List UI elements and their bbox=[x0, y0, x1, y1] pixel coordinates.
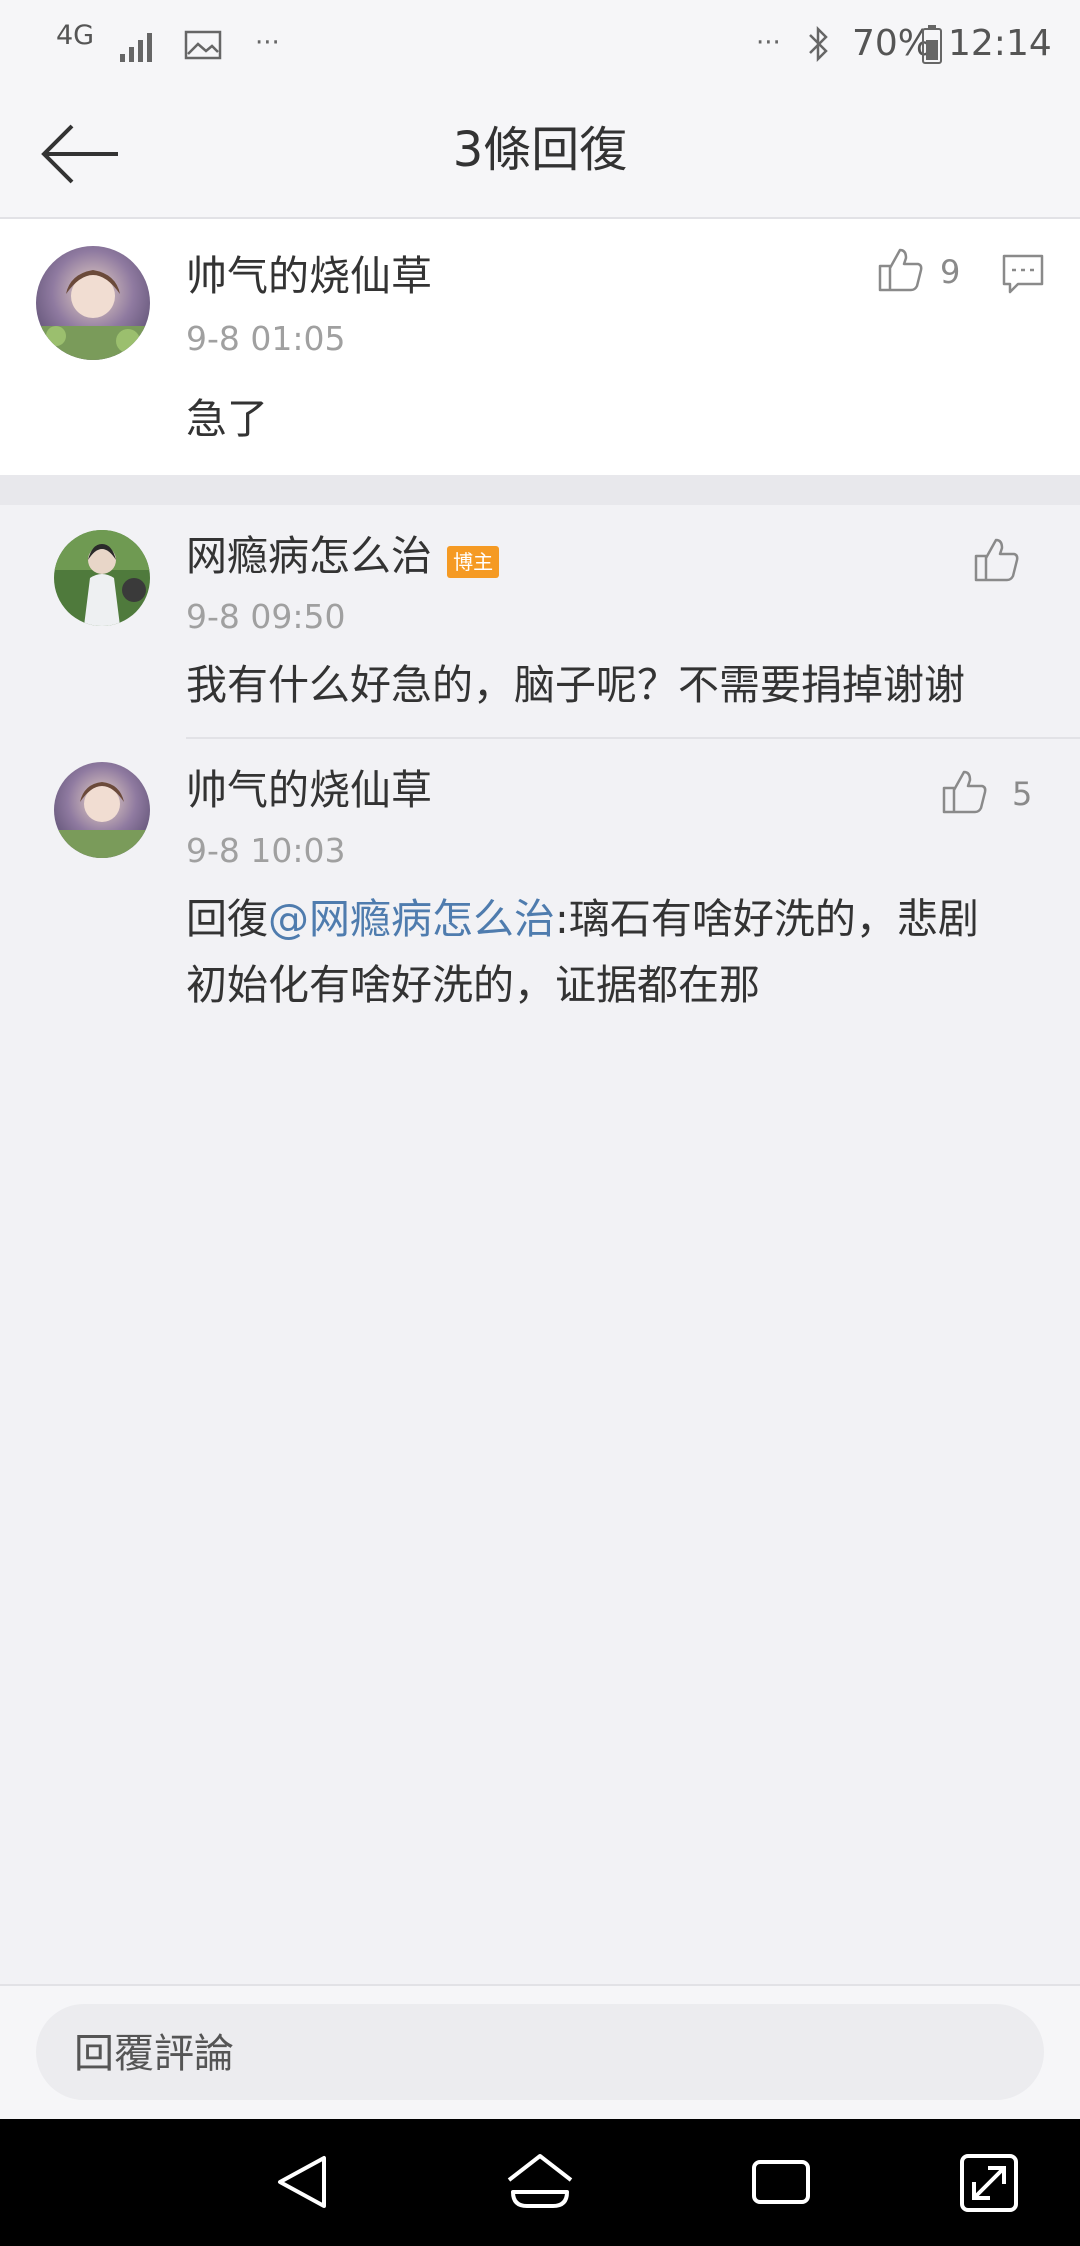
reply-text: 回復@网瘾病怎么治:璃石有啥好洗的，悲剧 bbox=[186, 886, 1026, 952]
back-triangle-icon bbox=[278, 2156, 326, 2208]
nav-back-button[interactable] bbox=[262, 2140, 352, 2224]
mention-link[interactable]: @网瘾病怎么治 bbox=[268, 895, 555, 943]
nav-recents-button[interactable] bbox=[736, 2140, 826, 2224]
reply-text-line2: 初始化有啥好洗的，证据都在那 bbox=[186, 961, 760, 1009]
reply-prefix: 回復 bbox=[186, 895, 268, 943]
reply-time: 9-8 09:50 bbox=[186, 597, 346, 636]
home-icon bbox=[507, 2154, 573, 2208]
gallery-icon bbox=[184, 30, 222, 60]
expand-icon bbox=[960, 2154, 1018, 2212]
comment-text: 急了 bbox=[186, 395, 268, 443]
thumbs-up-icon bbox=[974, 538, 1019, 582]
reply-time: 9-8 10:03 bbox=[186, 831, 346, 870]
bluetooth-icon bbox=[809, 25, 828, 63]
like-button[interactable] bbox=[940, 766, 990, 820]
blogger-badge: 博主 bbox=[447, 545, 500, 578]
avatar-image bbox=[54, 530, 150, 626]
reply-text: 我有什么好急的，脑子呢？不需要捐掉谢谢 bbox=[186, 661, 965, 709]
avatar-image bbox=[54, 762, 150, 858]
divider bbox=[186, 737, 1080, 739]
avatar-image bbox=[36, 246, 150, 360]
more-status-icon: ··· bbox=[756, 28, 781, 58]
like-count: 9 bbox=[940, 253, 961, 291]
recents-icon bbox=[752, 2160, 810, 2204]
reply-text-line1: :璃石有啥好洗的，悲剧 bbox=[555, 895, 979, 943]
nav-home-button[interactable] bbox=[495, 2140, 585, 2224]
network-4g-icon: 4G bbox=[56, 20, 95, 51]
reply-author-row: 网瘾病怎么治 博主 bbox=[186, 530, 500, 582]
avatar[interactable] bbox=[36, 246, 150, 360]
reply-author[interactable]: 网瘾病怎么治 bbox=[186, 532, 432, 580]
clock: 12:14 bbox=[948, 23, 1052, 64]
like-count: 5 bbox=[1012, 775, 1033, 813]
thumbs-up-icon bbox=[942, 770, 987, 814]
comment-time: 9-8 01:05 bbox=[186, 319, 346, 358]
like-button[interactable] bbox=[876, 244, 926, 298]
avatar[interactable] bbox=[54, 530, 150, 626]
more-notifications-icon: ··· bbox=[255, 28, 280, 58]
comment-icon bbox=[1002, 254, 1044, 294]
comment-author[interactable]: 帅气的烧仙草 bbox=[186, 250, 432, 302]
signal-icon bbox=[120, 33, 152, 62]
reply-input-placeholder: 回覆評論 bbox=[74, 2031, 234, 2077]
avatar[interactable] bbox=[54, 762, 150, 858]
nav-expand-button[interactable] bbox=[944, 2140, 1034, 2224]
comment-button[interactable] bbox=[1002, 254, 1044, 298]
reply-author[interactable]: 帅气的烧仙草 bbox=[186, 764, 432, 816]
page-title: 3條回復 bbox=[452, 122, 628, 178]
section-separator bbox=[0, 475, 1080, 505]
battery-icon bbox=[922, 25, 942, 64]
battery-percent: 70% bbox=[852, 23, 933, 64]
like-button[interactable] bbox=[972, 534, 1022, 588]
thumbs-up-icon bbox=[878, 248, 923, 292]
